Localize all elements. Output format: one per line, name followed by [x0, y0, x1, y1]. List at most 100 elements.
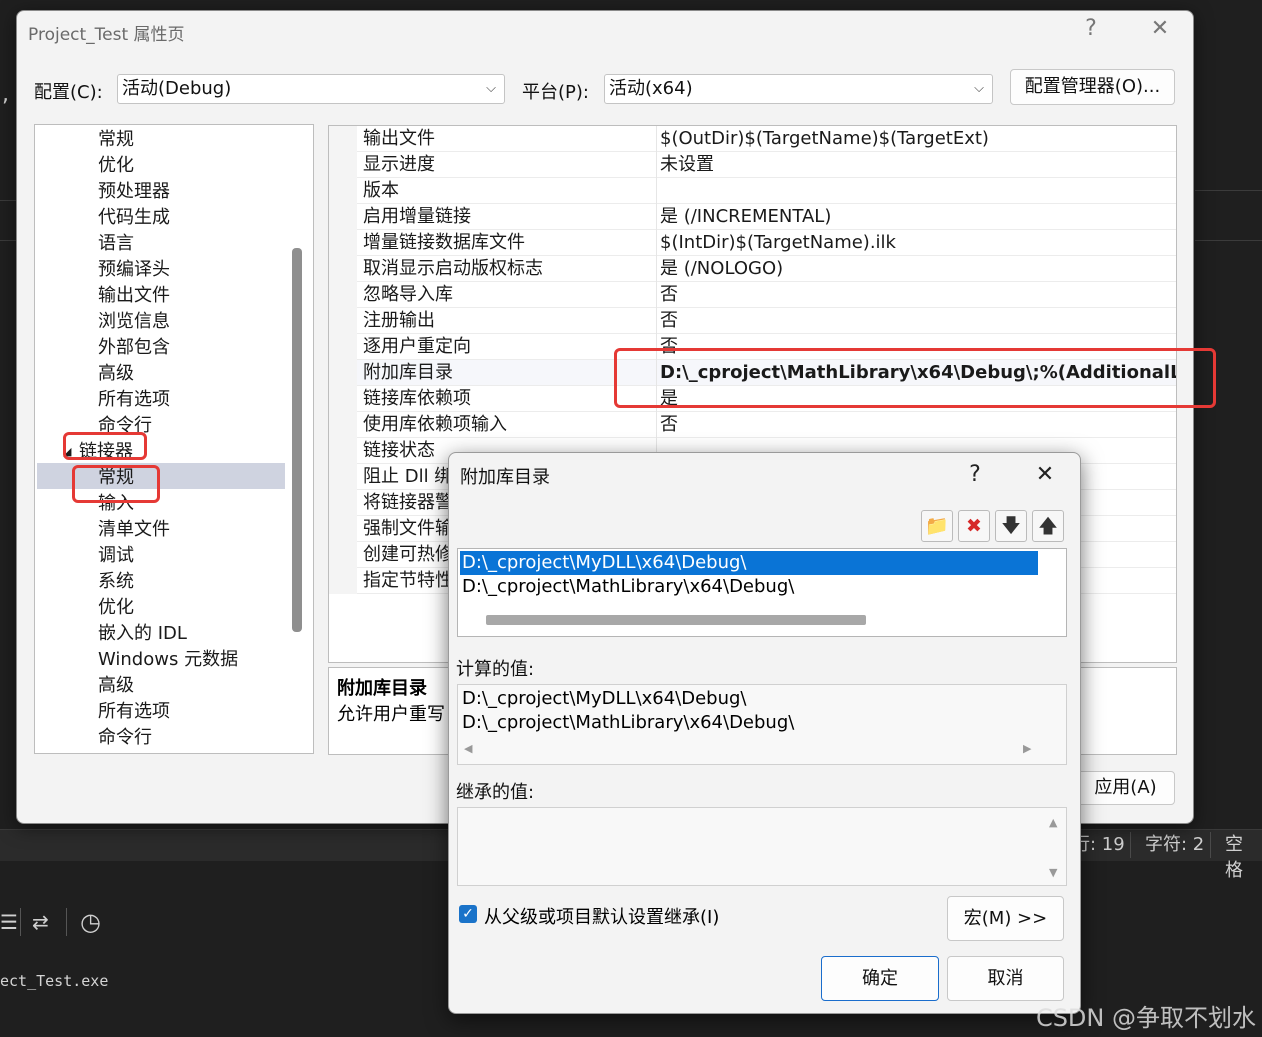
prop-value: 否 — [660, 284, 678, 305]
tree-item[interactable]: 系统 — [98, 569, 134, 595]
prop-value: 否 — [660, 336, 678, 357]
status-spaces[interactable]: 空格 — [1210, 832, 1262, 881]
close-icon[interactable]: ✕ — [1146, 16, 1174, 41]
tree-item[interactable]: 语言 — [98, 231, 134, 257]
prop-name: 将链接器警 — [363, 492, 453, 513]
clock-icon[interactable]: ◷ — [80, 908, 101, 936]
tree-item[interactable]: 预处理器 — [98, 179, 170, 205]
grid-row[interactable]: 使用库依赖项输入 否 — [329, 412, 1176, 438]
prop-name: 附加库目录 — [363, 362, 453, 383]
help-icon[interactable]: ? — [1077, 16, 1105, 41]
grid-row[interactable]: 输出文件 $(OutDir)$(TargetName)$(TargetExt) — [329, 126, 1176, 152]
grid-row[interactable]: 链接库依赖项 是 — [329, 386, 1176, 412]
list-item[interactable]: D:\_cproject\MyDLL\x64\Debug\ — [460, 551, 1038, 575]
cancel-button[interactable]: 取消 — [947, 956, 1064, 1001]
inherit-checkbox-label[interactable]: 从父级或项目默认设置继承(I) — [484, 903, 719, 929]
computed-label: 计算的值: — [456, 659, 535, 680]
tree-node-linker[interactable]: 链接器 — [79, 439, 133, 465]
prop-name: 版本 — [363, 180, 399, 201]
list-item[interactable]: D:\_cproject\MathLibrary\x64\Debug\ — [460, 575, 1038, 599]
grid-row[interactable]: 注册输出 否 — [329, 308, 1176, 334]
prop-name: 忽略导入库 — [363, 284, 453, 305]
prop-name: 增量链接数据库文件 — [363, 232, 525, 253]
watermark: CSDN @争取不划水 — [1035, 1004, 1256, 1032]
bg-divider — [1195, 240, 1262, 241]
prop-value: 是 (/NOLOGO) — [660, 258, 784, 279]
config-select[interactable]: 活动(Debug) ⌵ — [117, 74, 505, 104]
wrap-icon[interactable]: ⇄ — [32, 910, 49, 934]
prop-name: 启用增量链接 — [363, 206, 471, 227]
prop-value: 是 — [660, 388, 678, 409]
prop-name: 指定节特性 — [363, 570, 453, 591]
prop-name: 链接库依赖项 — [363, 388, 471, 409]
grid-row[interactable]: 增量链接数据库文件 $(IntDir)$(TargetName).ilk — [329, 230, 1176, 256]
grid-row[interactable]: 逐用户重定向 否 — [329, 334, 1176, 360]
move-up-icon[interactable]: 🡅 — [1032, 510, 1064, 542]
scroll-down-icon[interactable]: ▼ — [1049, 866, 1057, 879]
scroll-left-icon[interactable]: ◀ — [464, 742, 472, 755]
expand-icon[interactable]: ◢ — [63, 439, 71, 465]
tree-item[interactable]: 优化 — [98, 595, 134, 621]
grid-row[interactable]: 忽略导入库 否 — [329, 282, 1176, 308]
console-output: ect_Test.exe — [0, 972, 109, 990]
tree-item[interactable]: 输入 — [98, 491, 134, 517]
tree-item[interactable]: 优化 — [98, 153, 134, 179]
move-down-icon[interactable]: 🡇 — [995, 510, 1027, 542]
prop-value: D:\_cproject\MathLibrary\x64\Debug\;%(Ad… — [660, 362, 1177, 383]
grid-row[interactable]: 启用增量链接 是 (/INCREMENTAL) — [329, 204, 1176, 230]
scroll-up-icon[interactable]: ▲ — [1049, 816, 1057, 829]
scroll-right-icon[interactable]: ▶ — [1023, 742, 1031, 755]
horizontal-scrollbar[interactable] — [486, 615, 866, 625]
tree-item[interactable]: 高级 — [98, 361, 134, 387]
config-manager-button[interactable]: 配置管理器(O)... — [1010, 69, 1175, 105]
inherited-values-box: ▲ ▼ — [457, 807, 1067, 886]
close-icon[interactable]: ✕ — [1031, 462, 1059, 487]
tree-item[interactable]: 常规 — [98, 127, 134, 153]
prop-value: 是 (/INCREMENTAL) — [660, 206, 832, 227]
tree-item[interactable]: 清单文件 — [98, 517, 170, 543]
tree-item[interactable]: 输出文件 — [98, 283, 170, 309]
dialog-title: Project_Test 属性页 — [28, 25, 185, 45]
tree-item-linker-general[interactable]: 常规 — [98, 465, 134, 491]
platform-select[interactable]: 活动(x64) ⌵ — [604, 74, 993, 104]
tree-item[interactable]: 所有选项 — [98, 699, 170, 725]
grid-row[interactable]: 显示进度 未设置 — [329, 152, 1176, 178]
inherit-checkbox[interactable]: ✓ — [459, 905, 477, 923]
prop-name: 创建可热修 — [363, 544, 453, 565]
config-value: 活动(Debug) — [122, 78, 232, 99]
delete-icon[interactable]: ✖ — [958, 510, 990, 542]
grid-row-additional-lib-dirs[interactable]: 附加库目录 D:\_cproject\MathLibrary\x64\Debug\… — [329, 360, 1177, 386]
macro-button[interactable]: 宏(M) >> — [947, 896, 1064, 941]
grid-row[interactable]: 取消显示启动版权标志 是 (/NOLOGO) — [329, 256, 1176, 282]
grid-row[interactable]: 版本 — [329, 178, 1176, 204]
help-icon[interactable]: ? — [961, 462, 989, 487]
prop-value: 否 — [660, 414, 678, 435]
tree-scrollbar[interactable] — [292, 248, 302, 632]
prop-value: $(OutDir)$(TargetName)$(TargetExt) — [660, 128, 989, 149]
tree-item[interactable]: 预编译头 — [98, 257, 170, 283]
computed-value: D:\_cproject\MyDLL\x64\Debug\ — [462, 688, 747, 709]
ok-button[interactable]: 确定 — [821, 956, 939, 1001]
tree-item[interactable]: 外部包含 — [98, 335, 170, 361]
prop-name: 输出文件 — [363, 128, 435, 149]
tree-item[interactable]: 浏览信息 — [98, 309, 170, 335]
prop-value: 否 — [660, 310, 678, 331]
property-tree: 常规 优化 预处理器 代码生成 语言 预编译头 输出文件 浏览信息 外部包含 高… — [34, 124, 314, 754]
chevron-down-icon: ⌵ — [974, 81, 984, 96]
tree-item[interactable]: 命令行 — [98, 725, 152, 751]
directory-list[interactable]: D:\_cproject\MyDLL\x64\Debug\ D:\_cproje… — [457, 548, 1067, 637]
prop-name: 强制文件输 — [363, 518, 453, 539]
prop-name: 注册输出 — [363, 310, 435, 331]
tree-item[interactable]: 代码生成 — [98, 205, 170, 231]
tree-item[interactable]: 高级 — [98, 673, 134, 699]
tree-item[interactable]: 调试 — [98, 543, 134, 569]
tree-item[interactable]: 命令行 — [98, 413, 152, 439]
list-icon[interactable]: ☰ — [0, 910, 18, 934]
new-line-icon[interactable]: 📁 — [921, 510, 953, 542]
apply-button[interactable]: 应用(A) — [1076, 771, 1175, 805]
tree-item[interactable]: 所有选项 — [98, 387, 170, 413]
tree-item[interactable]: 嵌入的 IDL — [98, 621, 187, 647]
status-char[interactable]: 字符: 2 — [1130, 832, 1218, 858]
platform-value: 活动(x64) — [609, 78, 693, 99]
tree-item[interactable]: Windows 元数据 — [98, 647, 238, 673]
